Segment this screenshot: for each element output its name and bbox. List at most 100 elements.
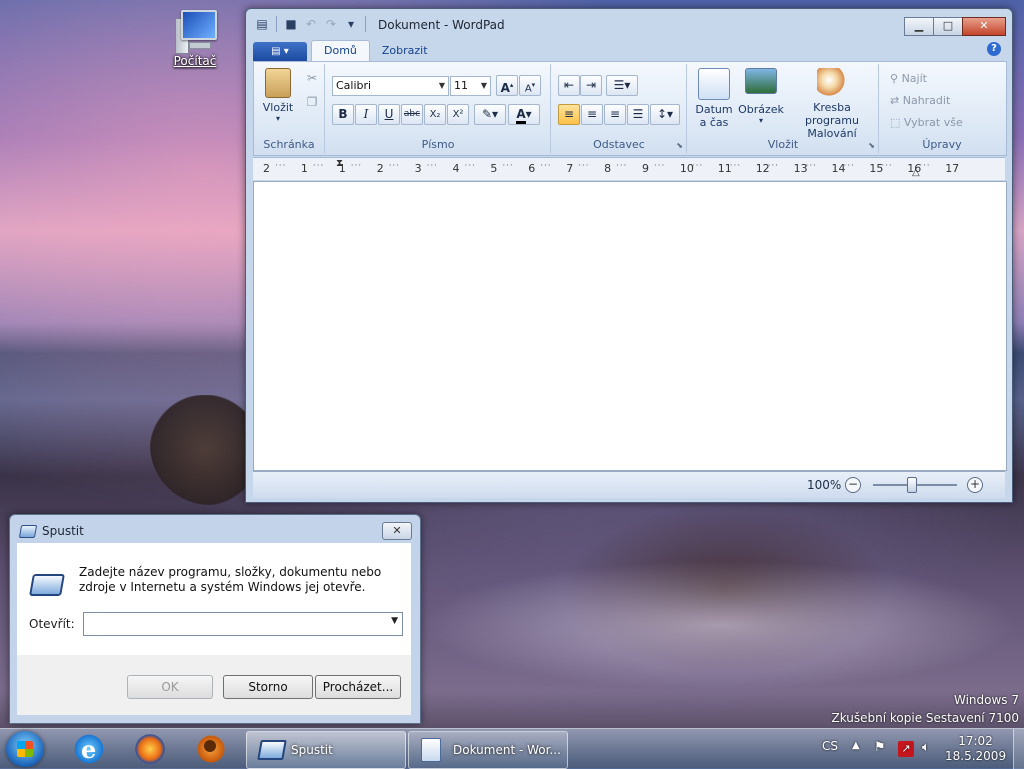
replace-button[interactable]: ⇄ Nahradit	[890, 94, 950, 107]
ruler-number: 17	[945, 162, 960, 175]
dialog-launcher-icon[interactable]: ⬊	[676, 141, 683, 150]
browse-button[interactable]: Procházet...	[315, 675, 401, 699]
ruler-ticks: 2 · · · 1 · · · 1 · · · 2 · · · 3 · · · 4 · · · 5 · ·…	[253, 158, 1005, 180]
paint-drawing-button[interactable]: Kresba programu Malování	[786, 68, 878, 140]
firefox-icon[interactable]	[133, 733, 167, 765]
start-button[interactable]	[6, 731, 44, 767]
ruler-tick: · · ·	[464, 161, 475, 171]
superscript-icon[interactable]: X²	[447, 104, 469, 125]
align-center-icon[interactable]: ≡	[581, 104, 603, 125]
font-color-icon[interactable]: A▾	[508, 104, 540, 125]
app-icon[interactable]	[194, 733, 228, 765]
strikethrough-icon[interactable]: abc	[401, 104, 423, 125]
ruler[interactable]: 2 · · · 1 · · · 1 · · · 2 · · · 3 · · · 4 · · · 5 · ·…	[253, 157, 1005, 180]
tab-home[interactable]: Domů	[311, 40, 370, 61]
select-all-label: Vybrat vše	[903, 116, 963, 129]
document-editor[interactable]	[253, 181, 1007, 471]
application-menu-button[interactable]: ▤ ▾	[253, 42, 307, 61]
clock-date: 18.5.2009	[945, 749, 1007, 763]
ruler-tick: · · ·	[881, 161, 891, 171]
open-label: Otevřít:	[29, 617, 75, 631]
close-button[interactable]: ✕	[962, 17, 1006, 36]
show-desktop-button[interactable]	[1013, 729, 1024, 769]
justify-icon[interactable]: ☰	[627, 104, 649, 125]
decrease-indent-icon[interactable]: ⇤	[558, 75, 580, 96]
zoom-slider-thumb[interactable]	[907, 477, 917, 493]
run-close-button[interactable]: ✕	[382, 522, 412, 540]
align-right-icon[interactable]: ≡	[604, 104, 626, 125]
dialog-launcher-icon[interactable]: ⬊	[868, 141, 875, 150]
cut-icon[interactable]: ✂	[301, 68, 323, 89]
internet-explorer-icon[interactable]: e	[72, 733, 106, 765]
chevron-down-icon[interactable]: ▼	[391, 616, 398, 626]
desktop-icon-computer[interactable]: Počítač	[168, 8, 222, 68]
underline-icon[interactable]: U	[378, 104, 400, 125]
find-button[interactable]: ⚲ Najít	[890, 72, 927, 85]
right-indent-marker[interactable]: △	[912, 167, 920, 178]
datetime-label-2: a čas	[699, 116, 729, 129]
open-input[interactable]: ▼	[83, 612, 403, 636]
tab-view[interactable]: Zobrazit	[370, 41, 440, 61]
ruler-tick: · · ·	[767, 161, 778, 171]
run-icon	[257, 740, 287, 760]
ruler-tick: · · ·	[691, 161, 702, 171]
ok-button[interactable]: OK	[127, 675, 213, 699]
font-size-value: 11	[454, 79, 468, 92]
select-all-button[interactable]: ⬚ Vybrat vše	[890, 116, 963, 129]
run-titlebar[interactable]: Spustit	[18, 524, 84, 538]
cancel-button[interactable]: Storno	[223, 675, 313, 699]
picture-button[interactable]: Obrázek ▾	[738, 68, 784, 125]
group-paragraph: ⇤ ⇥ ☰▾ ≡ ≡ ≡ ☰ ↕▾ Odstavec ⬊	[552, 64, 687, 153]
document-icon[interactable]: ▤	[254, 16, 270, 32]
wordpad-titlebar[interactable]: ▤ ■ ↶ ↷ ▾ Dokument - WordPad ▁ □ ✕	[246, 9, 1012, 41]
customize-qat-icon[interactable]: ▾	[343, 16, 359, 32]
zoom-out-button[interactable]: −	[845, 477, 861, 493]
undo-icon[interactable]: ↶	[303, 16, 319, 32]
help-icon[interactable]: ?	[987, 42, 1001, 56]
redo-icon[interactable]: ↷	[323, 16, 339, 32]
maximize-button[interactable]: □	[933, 17, 963, 36]
show-hidden-icons-icon[interactable]: ▲	[852, 740, 860, 751]
increase-indent-icon[interactable]: ⇥	[580, 75, 602, 96]
font-family-combo[interactable]: Calibri ▼	[332, 76, 449, 96]
save-icon[interactable]: ■	[283, 16, 299, 32]
run-icon	[18, 524, 38, 538]
ruler-number: 4	[452, 162, 460, 175]
binoculars-icon: ⚲	[890, 72, 899, 85]
picture-label: Obrázek	[738, 103, 784, 116]
clock[interactable]: 17:02 18.5.2009	[945, 734, 1006, 764]
language-indicator[interactable]: CS	[822, 739, 838, 753]
paste-button[interactable]: Vložit ▾	[258, 68, 298, 123]
left-indent-marker[interactable]: ⧗	[336, 158, 343, 169]
watermark-os: Windows 7	[953, 693, 1019, 707]
action-center-flag-icon[interactable]: ⚑	[874, 740, 886, 755]
zoom-in-button[interactable]: +	[967, 477, 983, 493]
subscript-icon[interactable]: X₂	[424, 104, 446, 125]
bold-icon[interactable]: B	[332, 104, 354, 125]
minimize-button[interactable]: ▁	[904, 17, 934, 36]
taskbar-button-run[interactable]: Spustit	[246, 731, 406, 769]
ribbon-tabs: ▤ ▾ Domů Zobrazit ?	[253, 40, 1005, 61]
italic-icon[interactable]: I	[355, 104, 377, 125]
ruler-number: 9	[642, 162, 649, 175]
zoom-level: 100%	[807, 478, 842, 492]
align-left-icon[interactable]: ≡	[558, 104, 580, 125]
copy-icon[interactable]: ❐	[301, 92, 323, 113]
datetime-button[interactable]: Datum a čas	[692, 68, 736, 129]
select-all-icon: ⬚	[890, 116, 901, 129]
group-clipboard-name: Schránka	[263, 138, 315, 151]
list-icon[interactable]: ☰▾	[606, 75, 638, 96]
volume-icon[interactable]: 🔈︎	[922, 740, 930, 755]
group-insert: Datum a čas Obrázek ▾ Kresba programu Ma…	[688, 64, 879, 153]
shrink-font-icon[interactable]: A▾	[519, 75, 541, 96]
highlight-icon[interactable]: ✎▾	[474, 104, 506, 125]
chevron-down-icon: ▼	[438, 81, 445, 90]
taskbar-button-wordpad[interactable]: Dokument - Wor...	[408, 731, 568, 769]
line-spacing-icon[interactable]: ↕▾	[650, 104, 680, 125]
font-size-combo[interactable]: 11 ▼	[450, 76, 491, 96]
windows-logo-icon	[17, 741, 33, 757]
ruler-tick: · · ·	[350, 161, 361, 171]
grow-font-icon[interactable]: A▴	[496, 75, 518, 96]
antivirus-icon[interactable]: ↗	[898, 741, 914, 757]
group-clipboard: Vložit ▾ ✂ ❐ Schránka	[254, 64, 325, 153]
